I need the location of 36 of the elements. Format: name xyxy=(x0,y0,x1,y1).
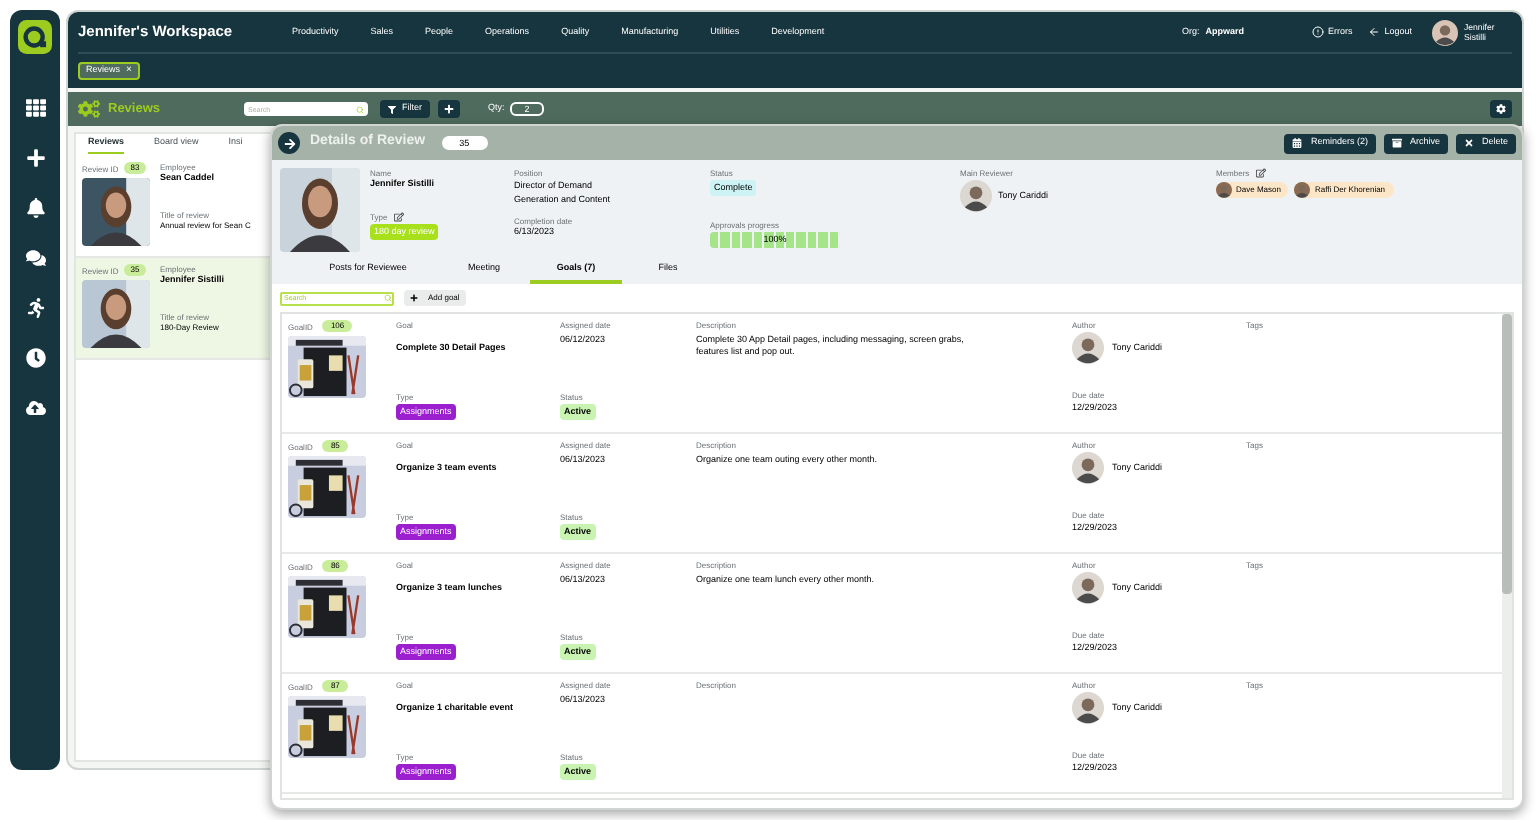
grid-icon[interactable] xyxy=(25,98,45,118)
chat-icon[interactable] xyxy=(25,248,45,268)
plus-icon xyxy=(444,104,454,114)
search-icon xyxy=(383,294,391,302)
goal-row[interactable] xyxy=(282,314,1502,434)
edit-icon[interactable] xyxy=(393,211,404,222)
filter-icon xyxy=(388,105,396,113)
runner-icon[interactable] xyxy=(25,298,45,318)
gears-icon xyxy=(78,98,100,120)
arrow-right-icon xyxy=(283,137,295,149)
bell-icon[interactable] xyxy=(25,198,45,218)
clock-icon[interactable] xyxy=(25,348,45,368)
add-button[interactable] xyxy=(438,100,460,118)
arrow-button[interactable] xyxy=(278,132,300,154)
settings-button[interactable] xyxy=(1490,100,1512,118)
avatar xyxy=(1216,182,1232,198)
plus-icon xyxy=(410,294,418,302)
close-icon xyxy=(1463,138,1474,148)
archive-icon xyxy=(1391,138,1402,148)
cloud-upload-icon[interactable] xyxy=(25,398,45,418)
avatar xyxy=(1432,19,1458,45)
calendar-icon xyxy=(1292,138,1303,148)
avatar xyxy=(1294,182,1311,198)
plus-icon[interactable] xyxy=(25,148,45,168)
alert-icon xyxy=(1311,26,1324,38)
avatar xyxy=(1072,572,1104,604)
avatar xyxy=(1072,452,1104,484)
arrow-left-icon xyxy=(1368,26,1381,38)
search-icon xyxy=(356,105,364,113)
logo-icon xyxy=(18,20,52,54)
scrollbar[interactable] xyxy=(1502,314,1512,798)
avatar xyxy=(1072,692,1104,724)
avatar xyxy=(1072,332,1104,364)
avatar xyxy=(960,180,992,212)
edit-icon[interactable] xyxy=(1255,168,1266,178)
settings-icon xyxy=(1496,104,1506,114)
